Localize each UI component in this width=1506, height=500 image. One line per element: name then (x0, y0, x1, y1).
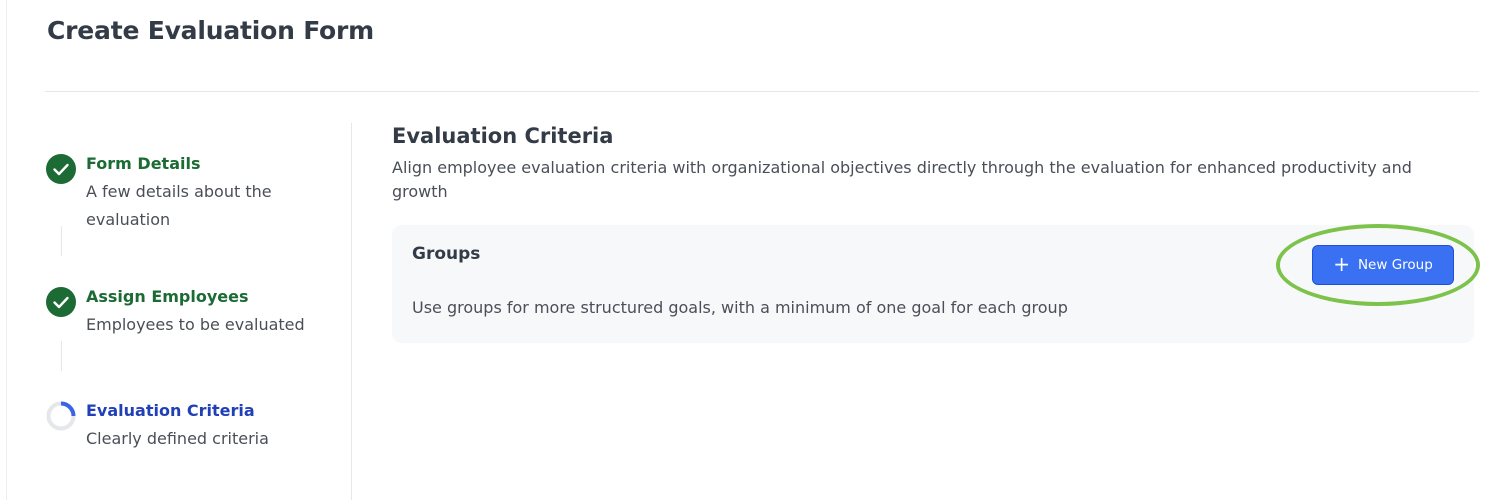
page-title: Create Evaluation Form (47, 16, 375, 45)
step-connector (61, 341, 62, 371)
groups-card: Groups + New Group Use groups for more s… (392, 225, 1474, 343)
step-title: Evaluation Criteria (86, 401, 255, 420)
step-description: Clearly defined criteria (86, 429, 269, 448)
step-connector (61, 226, 62, 256)
step-title: Form Details (86, 154, 201, 173)
stepper-divider (351, 123, 352, 500)
check-circle-icon (46, 287, 76, 317)
new-group-label: New Group (1357, 257, 1433, 273)
check-circle-icon (46, 154, 76, 184)
section-description: Align employee evaluation criteria with … (392, 158, 1412, 201)
section-title: Evaluation Criteria (392, 124, 614, 148)
plus-icon: + (1333, 252, 1350, 276)
new-group-button[interactable]: + New Group (1312, 245, 1454, 285)
step-description: Employees to be evaluated (86, 315, 305, 334)
step-description: A few details about the evaluation (86, 182, 272, 229)
groups-description: Use groups for more structured goals, wi… (412, 298, 1068, 317)
step-title: Assign Employees (86, 287, 249, 306)
header-divider (45, 91, 1479, 92)
progress-spinner-icon (46, 401, 76, 431)
left-edge-divider (6, 0, 7, 500)
groups-title: Groups (412, 244, 481, 264)
